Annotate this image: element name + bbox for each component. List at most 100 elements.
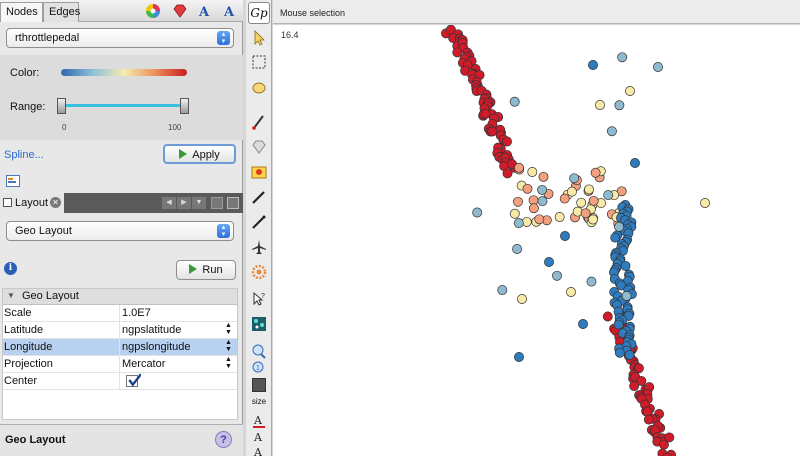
graph-node[interactable] xyxy=(625,86,635,96)
property-row-latitude[interactable]: Latitude ngpslatitude ▲ ▼ xyxy=(3,322,237,339)
graph-node[interactable] xyxy=(566,287,576,297)
info-icon[interactable]: i xyxy=(4,262,17,275)
graph-node[interactable] xyxy=(614,221,625,232)
property-value[interactable]: ngpslatitude xyxy=(122,324,181,336)
graph-node[interactable] xyxy=(614,100,625,111)
graph-node[interactable] xyxy=(630,158,640,168)
graph-node[interactable] xyxy=(502,136,512,147)
graph-node[interactable] xyxy=(472,207,483,218)
graph-node[interactable] xyxy=(643,414,654,425)
spinner-arrows-icon[interactable]: ▲ ▼ xyxy=(225,356,232,370)
size-diamond-icon[interactable] xyxy=(172,3,188,19)
spinner-arrows-icon[interactable]: ▲ ▼ xyxy=(225,322,232,336)
property-value[interactable]: Mercator xyxy=(122,358,165,370)
help-icon[interactable]: ? xyxy=(215,431,232,448)
property-row-longitude[interactable]: Longitude ngpslongitude ▲ ▼ xyxy=(3,339,237,356)
graph-node[interactable] xyxy=(566,186,577,197)
zoom-in-icon[interactable] xyxy=(250,343,268,361)
shortest-path-icon[interactable] xyxy=(250,238,268,256)
spinner-arrows-icon[interactable]: ▲ ▼ xyxy=(225,339,232,353)
graph-node[interactable] xyxy=(580,208,591,219)
range-slider-track[interactable] xyxy=(63,104,186,107)
graph-node[interactable] xyxy=(502,168,513,179)
graph-node[interactable] xyxy=(514,162,524,173)
ranking-attribute-select[interactable]: rthrottlepedal ▴ ▾ xyxy=(6,28,234,48)
graph-node[interactable] xyxy=(514,352,524,362)
nav-left-button[interactable]: ◀ xyxy=(162,197,176,209)
node-layer[interactable] xyxy=(273,25,800,456)
mouse-pointer-icon[interactable] xyxy=(250,29,268,47)
graph-node[interactable] xyxy=(629,381,640,391)
graph-node[interactable] xyxy=(576,197,587,208)
property-row-center[interactable]: Center xyxy=(3,373,237,390)
property-value[interactable]: ngpslongitude xyxy=(122,341,191,353)
graph-node[interactable] xyxy=(624,350,635,360)
graph-node[interactable] xyxy=(653,62,663,72)
property-section-header[interactable]: ▼ Geo Layout xyxy=(3,289,237,305)
label-size-icon[interactable]: A xyxy=(250,443,268,456)
graph-node[interactable] xyxy=(528,203,539,214)
graph-canvas[interactable]: 16.4 xyxy=(273,25,800,456)
graph-node[interactable] xyxy=(509,208,520,219)
graph-node[interactable] xyxy=(614,347,625,358)
run-button[interactable]: Run xyxy=(176,260,236,280)
minimize-button[interactable] xyxy=(211,197,223,209)
graph-node[interactable] xyxy=(487,126,498,137)
color-gradient-bar[interactable] xyxy=(61,69,187,76)
graph-node[interactable] xyxy=(554,212,565,222)
label-color-icon[interactable]: A xyxy=(197,3,213,19)
property-value[interactable]: 1.0E7 xyxy=(122,307,151,319)
graph-node[interactable] xyxy=(578,319,588,329)
graph-node[interactable] xyxy=(509,96,520,107)
node-cluster-icon[interactable] xyxy=(250,315,268,333)
graph-node[interactable] xyxy=(659,439,669,450)
range-min-handle[interactable] xyxy=(57,98,66,114)
graph-node[interactable] xyxy=(534,214,545,225)
property-row-projection[interactable]: Projection Mercator ▲ ▼ xyxy=(3,356,237,373)
sizer-diamond-icon[interactable] xyxy=(250,138,268,156)
graph-node[interactable] xyxy=(586,276,597,287)
graph-node[interactable] xyxy=(544,257,554,267)
graph-node[interactable] xyxy=(452,47,463,58)
zoom-reset-icon[interactable]: 1 xyxy=(250,360,268,378)
graph-node[interactable] xyxy=(613,319,624,330)
range-max-handle[interactable] xyxy=(180,98,189,114)
graph-node[interactable] xyxy=(588,214,598,225)
nav-down-button[interactable]: ▼ xyxy=(192,197,206,209)
graph-node[interactable] xyxy=(513,196,523,207)
maximize-button[interactable] xyxy=(227,197,239,209)
tab-edges[interactable]: Edges xyxy=(43,2,80,22)
graph-node[interactable] xyxy=(603,190,614,201)
graph-node[interactable] xyxy=(590,167,601,178)
graph-node[interactable] xyxy=(560,231,570,241)
graph-node[interactable] xyxy=(513,218,524,229)
apply-button[interactable]: Apply xyxy=(163,144,236,164)
graph-node[interactable] xyxy=(517,294,527,304)
graph-node[interactable] xyxy=(537,196,548,207)
rectangle-select-icon[interactable] xyxy=(250,53,268,71)
graph-node[interactable] xyxy=(602,311,613,322)
label-size-icon[interactable]: A xyxy=(222,3,238,19)
graph-node[interactable] xyxy=(537,184,548,195)
graph-node[interactable] xyxy=(621,291,632,301)
property-row-scale[interactable]: Scale 1.0E7 xyxy=(3,305,237,322)
drag-hand-icon[interactable] xyxy=(250,78,268,96)
color-wheel-icon[interactable] xyxy=(145,3,161,19)
nav-right-button[interactable]: ▶ xyxy=(177,197,191,209)
help-pointer-icon[interactable]: ? xyxy=(250,290,268,308)
settings-gear-icon[interactable] xyxy=(250,263,268,281)
spline-link[interactable]: Spline... xyxy=(4,149,44,161)
center-checkbox[interactable] xyxy=(126,373,141,387)
layout-select[interactable]: Geo Layout ▴ ▾ xyxy=(6,221,234,241)
graph-node[interactable] xyxy=(497,285,508,296)
size-label[interactable]: size xyxy=(249,397,269,406)
painter-icon[interactable] xyxy=(250,113,268,131)
tab-layout[interactable]: Layout ✕ xyxy=(0,193,64,213)
graph-node[interactable] xyxy=(606,126,617,137)
graph-node[interactable] xyxy=(617,52,628,63)
graph-node[interactable] xyxy=(588,60,598,70)
graph-node[interactable] xyxy=(527,167,538,177)
pencil-icon[interactable] xyxy=(250,188,268,206)
heat-map-icon[interactable] xyxy=(250,163,268,181)
close-tab-icon[interactable]: ✕ xyxy=(50,197,61,208)
